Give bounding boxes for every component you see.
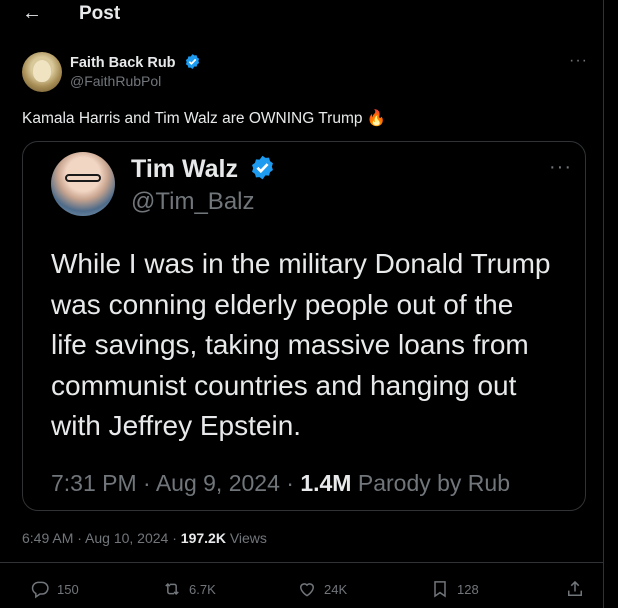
- author-name[interactable]: Faith Back Rub: [70, 55, 176, 71]
- back-arrow-icon[interactable]: ←: [22, 2, 42, 25]
- repost-icon: [165, 582, 179, 596]
- share-button[interactable]: [565, 579, 585, 599]
- quoted-post-meta: 7:31 PM · Aug 9, 2024 · 1.4M Parody by R…: [51, 470, 510, 497]
- author-handle[interactable]: @FaithRubPol: [70, 73, 161, 89]
- top-bar: ← Post: [0, 0, 603, 30]
- repost-count: 6.7K: [189, 581, 216, 597]
- quoted-text-line: communist countries and hanging out: [51, 369, 517, 401]
- quoted-text-line: While I was in the military Donald Trump: [51, 248, 551, 279]
- views-label: Views: [225, 530, 267, 546]
- quoted-author-name[interactable]: Tim Walz: [131, 155, 238, 183]
- post-detail-panel: ← Post Faith Back Rub @FaithRubPol ··· K…: [0, 0, 604, 608]
- post-meta: 6:49 AM · Aug 10, 2024 · 197.2K Views: [22, 530, 267, 546]
- quoted-views-count: 1.4M: [300, 470, 352, 496]
- author-name-row[interactable]: Faith Back Rub: [70, 53, 201, 71]
- quoted-more-options-icon[interactable]: ···: [549, 156, 572, 179]
- quoted-author-name-row[interactable]: Tim Walz: [131, 154, 276, 184]
- verified-badge-icon: [251, 155, 273, 180]
- heart-icon: [299, 583, 315, 597]
- like-count: 24K: [324, 581, 348, 597]
- views-count[interactable]: 197.2K: [181, 530, 226, 546]
- quoted-timestamp[interactable]: 7:31 PM · Aug 9, 2024 ·: [51, 470, 300, 496]
- share-icon: [568, 580, 582, 596]
- post-text: Kamala Harris and Tim Walz are OWNING Tr…: [22, 110, 387, 127]
- quoted-text-line: with Jeffrey Epstein.: [51, 410, 302, 441]
- bookmark-button[interactable]: 128: [430, 579, 479, 599]
- bookmark-count: 128: [457, 581, 479, 597]
- verified-badge-icon: [185, 54, 199, 69]
- reply-count: 150: [57, 581, 79, 597]
- quoted-post-text: While I was in the military Donald Trump…: [51, 244, 571, 447]
- quoted-post-card[interactable]: Tim Walz @Tim_Balz ··· While I was in th…: [22, 141, 586, 511]
- repost-button[interactable]: 6.7K: [162, 579, 216, 599]
- author-avatar[interactable]: [22, 52, 62, 92]
- reply-button[interactable]: 150: [30, 579, 79, 599]
- quoted-author-avatar[interactable]: [51, 152, 115, 216]
- bookmark-icon: [434, 581, 446, 598]
- more-options-icon[interactable]: ···: [569, 52, 588, 70]
- quoted-text-line: life savings, taking massive loans from: [51, 329, 529, 360]
- reply-icon: [31, 581, 49, 599]
- quoted-text-line: was conning elderly people out of the: [51, 288, 514, 320]
- divider: [0, 562, 603, 563]
- quoted-source: Parody by Rub: [351, 470, 510, 496]
- quoted-author-handle[interactable]: @Tim_Balz: [131, 188, 255, 216]
- post-timestamp[interactable]: 6:49 AM · Aug 10, 2024 ·: [22, 530, 181, 546]
- like-button[interactable]: 24K: [297, 579, 347, 599]
- page-title: Post: [79, 3, 121, 24]
